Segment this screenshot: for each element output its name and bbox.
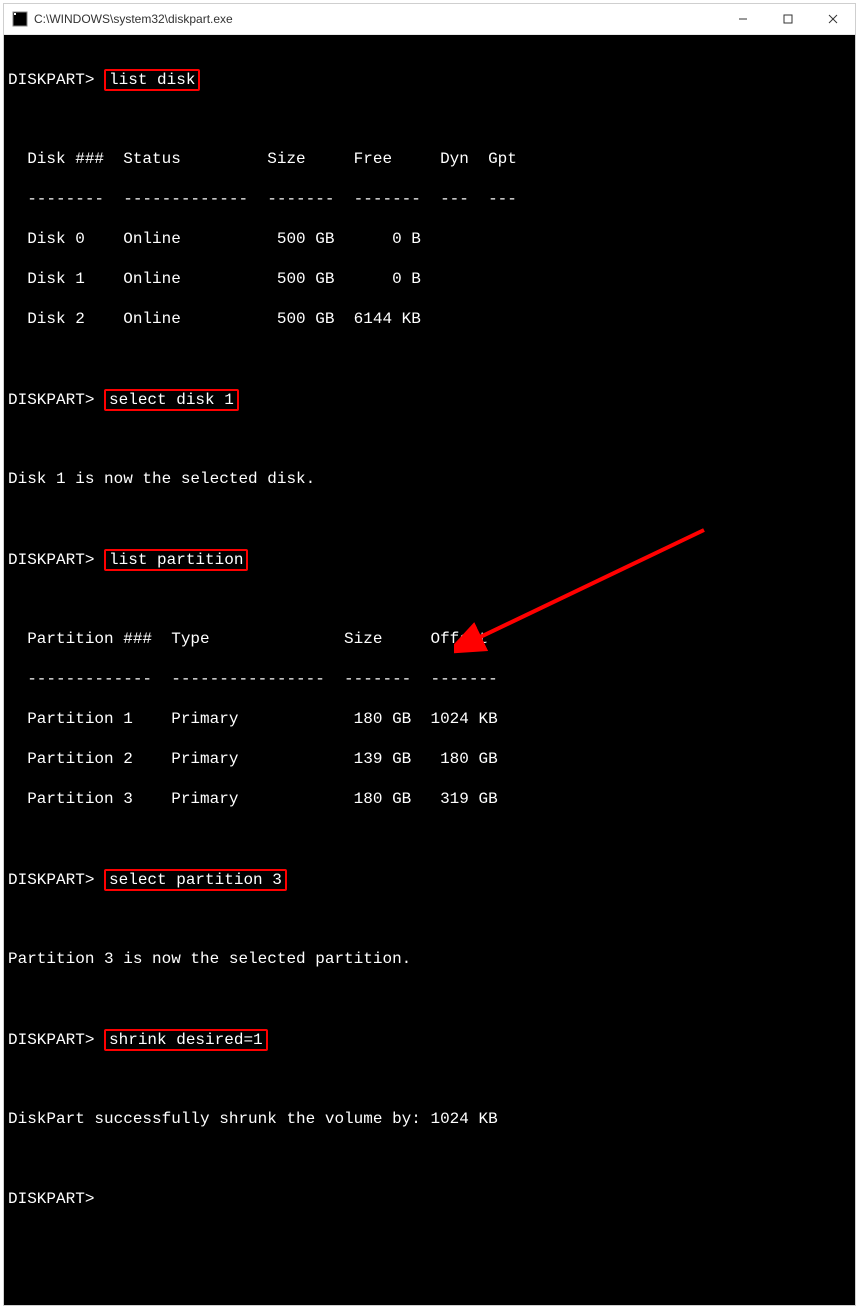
status-message: DiskPart successfully shrunk the volume …: [4, 1109, 855, 1129]
status-message: Partition 3 is now the selected partitio…: [4, 949, 855, 969]
status-message: Disk 1 is now the selected disk.: [4, 469, 855, 489]
cmd-shrink: shrink desired=1: [104, 1029, 268, 1051]
disk-table-divider: -------- ------------- ------- ------- -…: [4, 189, 855, 209]
table-row: Partition 1 Primary 180 GB 1024 KB: [4, 709, 855, 729]
prompt: DISKPART>: [8, 71, 104, 89]
table-row: Disk 2 Online 500 GB 6144 KB: [4, 309, 855, 329]
partition-table-divider: ------------- ---------------- ------- -…: [4, 669, 855, 689]
prompt: DISKPART>: [8, 551, 104, 569]
prompt: DISKPART>: [8, 391, 104, 409]
disk-table-header: Disk ### Status Size Free Dyn Gpt: [4, 149, 855, 169]
table-row: Partition 3 Primary 180 GB 319 GB: [4, 789, 855, 809]
table-row: Partition 2 Primary 139 GB 180 GB: [4, 749, 855, 769]
prompt: DISKPART>: [8, 1031, 104, 1049]
close-button[interactable]: [810, 4, 855, 34]
titlebar[interactable]: C:\WINDOWS\system32\diskpart.exe: [4, 4, 855, 35]
table-row: Disk 1 Online 500 GB 0 B: [4, 269, 855, 289]
prompt: DISKPART>: [8, 871, 104, 889]
prompt: DISKPART>: [8, 1190, 94, 1208]
app-icon: [12, 11, 28, 27]
cmd-list-partition: list partition: [104, 549, 248, 571]
table-row: Disk 0 Online 500 GB 0 B: [4, 229, 855, 249]
window-title: C:\WINDOWS\system32\diskpart.exe: [34, 12, 233, 26]
minimize-button[interactable]: [720, 4, 765, 34]
cmd-list-disk: list disk: [104, 69, 200, 91]
cmd-select-disk: select disk 1: [104, 389, 239, 411]
terminal-output[interactable]: DISKPART> list disk Disk ### Status Size…: [4, 35, 855, 1305]
cmd-select-partition: select partition 3: [104, 869, 287, 891]
maximize-button[interactable]: [765, 4, 810, 34]
partition-table-header: Partition ### Type Size Offset: [4, 629, 855, 649]
window-frame: C:\WINDOWS\system32\diskpart.exe DISKPAR…: [3, 3, 856, 1306]
